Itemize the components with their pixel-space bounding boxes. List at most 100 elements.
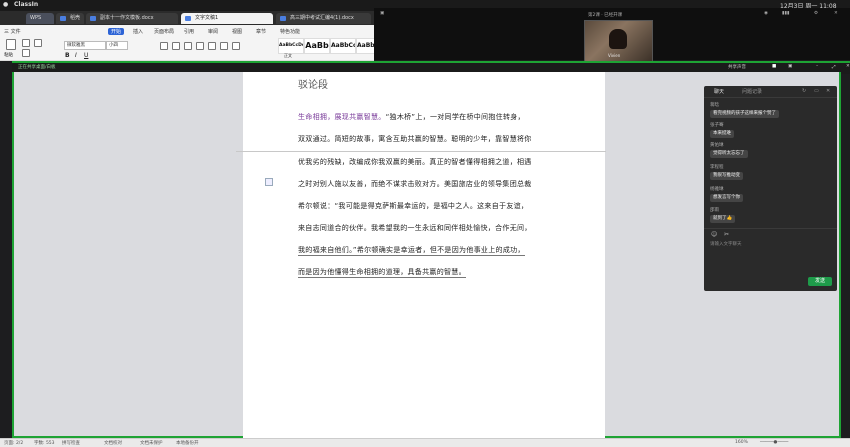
chat-message: 本来挺难 <box>710 130 734 138</box>
mic-icon[interactable]: ◉ <box>764 11 768 16</box>
chat-sender: 杨雅琳 <box>710 187 724 192</box>
users-icon[interactable]: ▣ <box>788 64 792 69</box>
chat-divider <box>704 97 837 98</box>
chat-sender: 李程程 <box>710 165 724 170</box>
minimize-icon[interactable]: – <box>816 64 818 69</box>
menu-insert[interactable]: 插入 <box>133 28 143 35</box>
doc-line-3: 优我劣的残缺，改编成你我双赢的美丽。真正的智者懂得相拥之道，相遇 <box>298 158 532 166</box>
menu-special[interactable]: 特色功能 <box>280 28 300 35</box>
local-backup[interactable]: 本地备份开 <box>176 440 199 446</box>
signal-icon: ▮▮▮ <box>782 11 790 16</box>
expand-icon[interactable]: ⤢ <box>832 64 836 70</box>
bold-icon[interactable]: B <box>65 52 70 59</box>
format-painter-icon[interactable] <box>34 39 42 47</box>
bullets-icon[interactable] <box>160 42 168 50</box>
teacher-name: Vivien <box>608 53 621 58</box>
zoom-slider[interactable]: ─────●──── <box>760 440 788 445</box>
borders-icon[interactable] <box>232 42 240 50</box>
chat-message: 就到了👍 <box>710 215 736 223</box>
menu-start[interactable]: 开始 <box>108 28 125 35</box>
spell-check[interactable]: 拼写检查 <box>62 440 80 446</box>
chat-message: 想发言写个你 <box>710 194 743 202</box>
style-heading2[interactable]: AaBbCc <box>330 38 356 54</box>
doc-line-6: 来自志同道合的伙伴。我希望我的一生永远和同伴相处愉快，合作无间， <box>298 224 532 232</box>
tab-exam-docx[interactable]: 高三期中考试汇编4(1).docx <box>276 13 371 24</box>
style-heading1[interactable]: AaBb <box>304 38 330 54</box>
underline-icon[interactable]: U <box>84 52 88 59</box>
tab-question-log[interactable]: 问题记录 <box>742 88 762 95</box>
emoji-icon[interactable]: ☺ <box>711 231 717 238</box>
chat-sender: 黄佑琳 <box>710 143 724 148</box>
chat-input[interactable]: 请输入文字聊天 <box>710 241 742 247</box>
tab-doc1[interactable]: 文字文稿1 <box>181 13 273 24</box>
paste-label: 粘贴 <box>4 53 13 58</box>
chat-sender: 邵雨 <box>710 208 719 213</box>
apple-icon[interactable]: ● <box>3 1 8 8</box>
indent-icon[interactable] <box>184 42 192 50</box>
doc-line-2: 双双通过。简短的故事，寓含互助共赢的智慧。聪明的少年，靠智慧将你 <box>298 135 532 143</box>
proofread[interactable]: 文档校对 <box>104 440 122 446</box>
doc-line-4: 之时对别人施以友善，而绝不谋求击败对方。美国旅店业的领导集团总裁 <box>298 180 532 188</box>
italic-icon[interactable]: I <box>75 52 77 59</box>
word-count[interactable]: 字数: 553 <box>34 440 55 446</box>
chat-message: 我很写推动变 <box>710 172 743 180</box>
numbering-icon[interactable] <box>172 42 180 50</box>
person-silhouette <box>609 29 627 49</box>
chat-message: 看完视频的孩子这样来报个赞了 <box>710 110 779 118</box>
chat-refresh-icon[interactable]: ↻ <box>802 88 806 94</box>
camera-icon[interactable]: ■ <box>772 64 776 69</box>
tab-daoke[interactable]: 稻壳 <box>56 13 84 24</box>
menu-layout[interactable]: 页面布局 <box>154 28 174 35</box>
comment-icon[interactable] <box>265 178 273 186</box>
chat-message: 觉得听太忘忘了 <box>710 150 748 158</box>
align-icon[interactable] <box>196 42 204 50</box>
send-button[interactable]: 发送 <box>808 277 832 286</box>
chat-input-divider <box>704 228 837 229</box>
menu-reference[interactable]: 引用 <box>184 28 194 35</box>
doc-line-5: 希尔顿说：“我可能是得克萨斯最幸运的，是福中之人。这来自于友谊， <box>298 202 529 210</box>
zoom-level[interactable]: 160% <box>735 440 748 445</box>
font-size-select[interactable]: 小四 <box>106 41 128 50</box>
style-heading3[interactable]: AaBbC <box>356 38 376 54</box>
scissors-icon[interactable]: ✂ <box>724 231 729 238</box>
ribbon-toolbar: 三 文件 开始 插入 页面布局 引用 审阅 视图 章节 特色功能 粘贴 微软雅黑… <box>0 25 376 61</box>
share-notice: 正在共享桌面/白板 <box>18 65 56 70</box>
menu-chapter[interactable]: 章节 <box>256 28 266 35</box>
doc-protect[interactable]: 文档未保护 <box>140 440 163 446</box>
doc-line-7: 我的福来自他们。”希尔顿确实是幸运者，但不是因为他事业上的成功， <box>298 246 525 256</box>
paste-icon[interactable] <box>6 39 16 50</box>
menu-view[interactable]: 视图 <box>232 28 242 35</box>
font-name-select[interactable]: 微软雅黑 <box>64 41 106 50</box>
close-icon[interactable]: ✕ <box>834 11 838 16</box>
tab-wps[interactable]: WPS <box>26 13 54 24</box>
doc-icon <box>90 16 96 21</box>
share-sound-toggle[interactable]: 共享声音 <box>728 64 746 70</box>
tab-template-docx[interactable]: 副本十一作文模板.docx <box>86 13 178 24</box>
show-marks-icon[interactable] <box>220 42 228 50</box>
tab-chat[interactable]: 聊天 <box>714 88 724 95</box>
class-status: 第2课 · 已经开课 <box>588 13 623 18</box>
copy-icon[interactable] <box>22 49 30 57</box>
app-name[interactable]: ClassIn <box>14 1 38 8</box>
settings-icon[interactable]: ⚙ <box>814 11 818 16</box>
doc-icon <box>280 16 286 21</box>
sort-icon[interactable] <box>208 42 216 50</box>
page-count[interactable]: 页面: 2/2 <box>4 440 23 446</box>
chat-close-icon[interactable]: ✕ <box>826 88 830 94</box>
style-normal[interactable]: AaBbCcDd <box>278 38 304 54</box>
menu-file[interactable]: 三 文件 <box>4 28 21 35</box>
video-menu-icon[interactable]: ▣ <box>380 11 384 16</box>
doc-line-8: 而是因为他懂得生命相拥的道理，具备共赢的智慧。 <box>298 268 466 278</box>
close-window-icon[interactable]: ✕ <box>846 64 850 69</box>
teacher-video[interactable]: Vivien <box>584 20 653 62</box>
chat-sender: 蒋晗 <box>710 103 719 108</box>
page-break-line <box>236 151 606 152</box>
document-tab-strip: WPS 稻壳 副本十一作文模板.docx 文字文稿1 高三期中考试汇编4(1).… <box>0 11 374 25</box>
cut-icon[interactable] <box>22 39 30 47</box>
menu-review[interactable]: 审阅 <box>208 28 218 35</box>
doc-icon <box>60 16 66 21</box>
chat-sender: 张子骞 <box>710 123 724 128</box>
doc-line-1: 生命相拥，展现共赢智慧。“独木桥”上，一对同学在桥中间抱住转身， <box>298 113 525 121</box>
chat-panel: 聊天 问题记录 ↻ ▭ ✕ 蒋晗 看完视频的孩子这样来报个赞了 张子骞 本来挺难… <box>704 86 837 291</box>
chat-popout-icon[interactable]: ▭ <box>814 88 819 94</box>
